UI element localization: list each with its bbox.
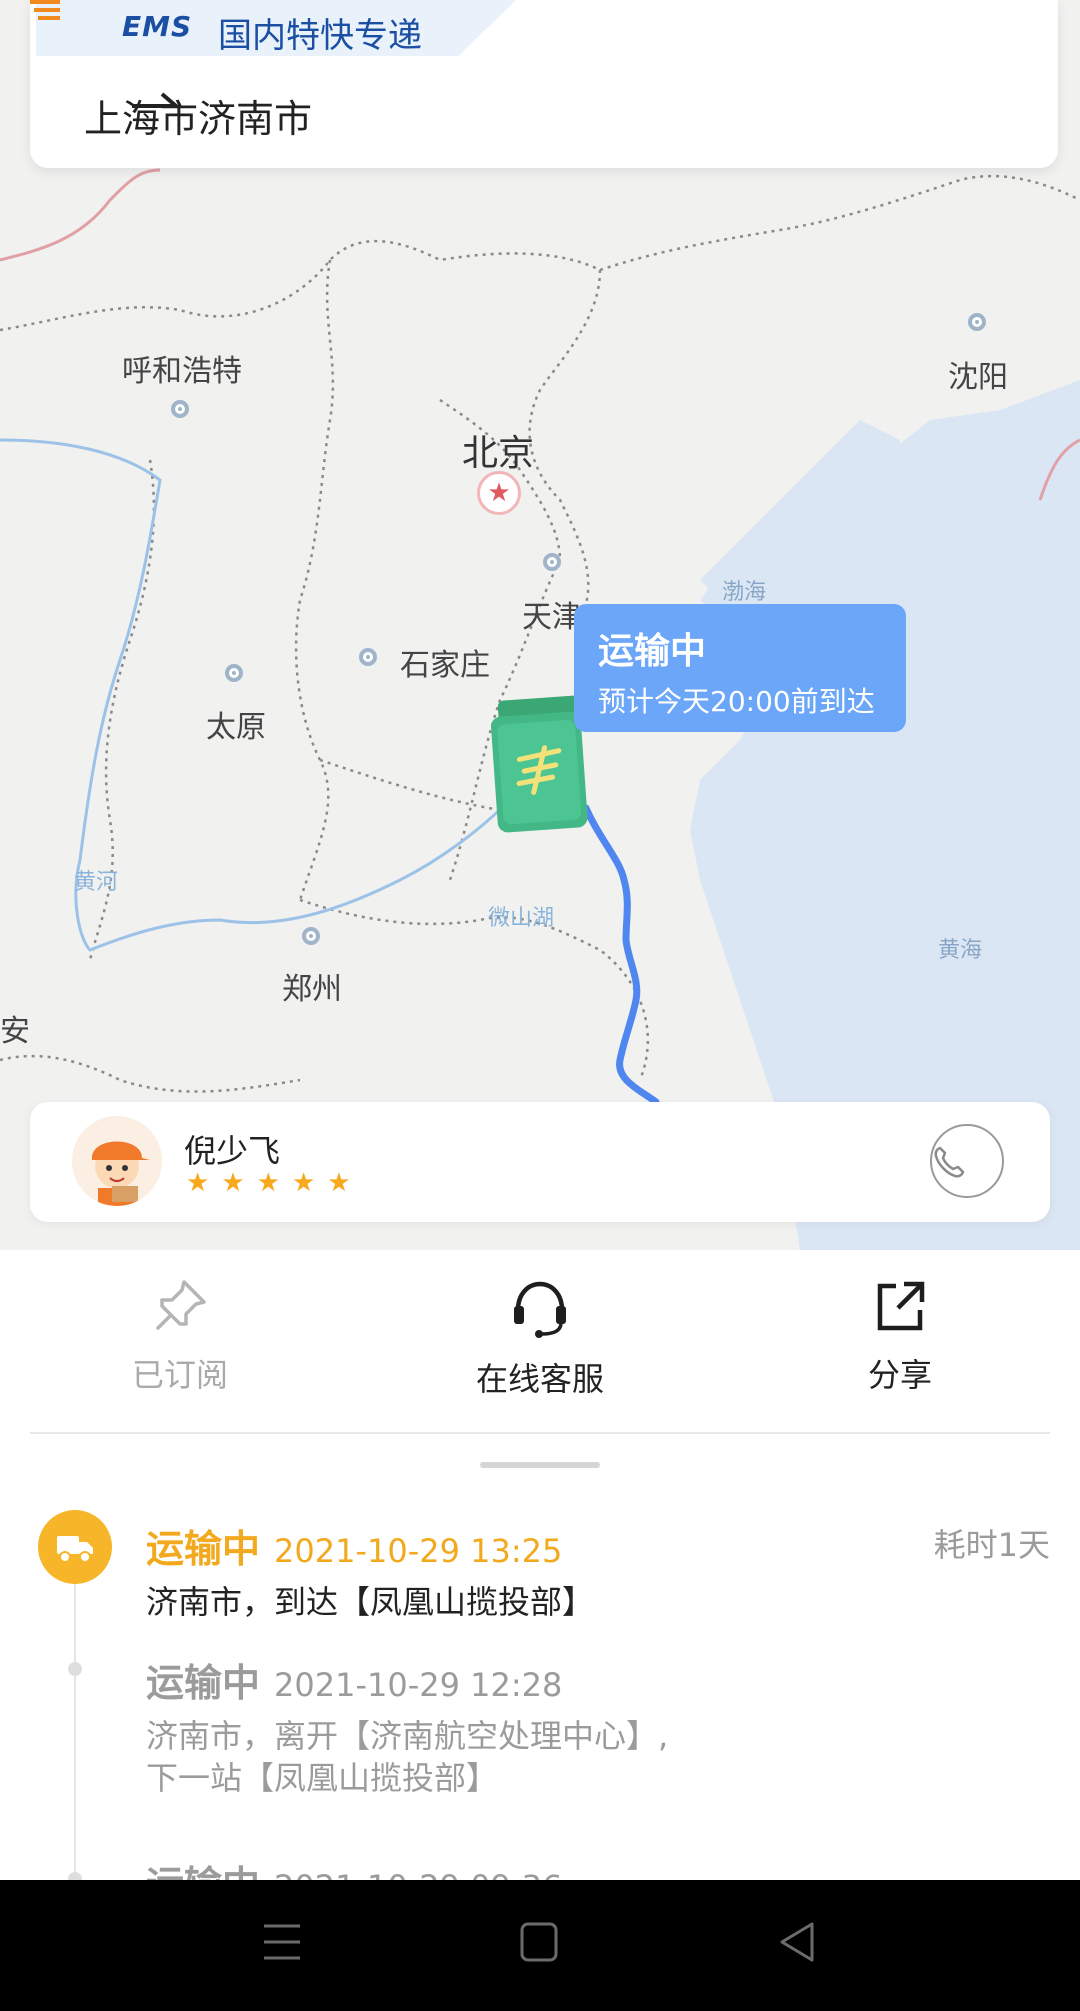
star-icon: ★	[221, 1168, 245, 1198]
city-label-hohhot: 呼和浩特	[122, 354, 242, 389]
sheet-drag-handle[interactable]	[480, 1462, 600, 1468]
timeline-dot	[68, 1872, 82, 1880]
timeline-event: 运输中 2021-10-29 12:28 济南市，离开【济南航空处理中心】,下一站…	[146, 1652, 686, 1799]
share-button[interactable]: 分享	[800, 1276, 1000, 1396]
status-bubble-eta: 预计今天20:00前到达	[598, 685, 875, 718]
city-label-an: 安	[0, 1014, 30, 1049]
status-bubble[interactable]: 运输中 预计今天20:00前到达	[574, 604, 906, 732]
city-label-shenyang: 沈阳	[948, 360, 1008, 395]
ems-logo: EMS	[122, 10, 193, 43]
action-bar: 已订阅 在线客服 分享	[0, 1250, 1080, 1430]
star-icon: ★	[327, 1168, 351, 1198]
share-icon	[877, 1281, 925, 1331]
tracking-timeline: 耗时1天 运输中 2021-10-29 13:25 济南市，到达【凤凰山揽投部】 …	[0, 1480, 1080, 1880]
city-dot-shenyang	[968, 313, 986, 331]
shipment-header-card: EMS 国内特快专递 上海市 济南市	[30, 0, 1058, 168]
headset-icon	[514, 1281, 566, 1338]
courier-card: 倪少飞 ★ ★ ★ ★ ★	[30, 1102, 1050, 1222]
ems-logo-stripes-icon	[30, 0, 60, 20]
star-icon: ★	[256, 1168, 280, 1198]
city-label-beijing: 北京	[462, 433, 535, 474]
route-summary: 上海市 济南市	[84, 90, 313, 141]
home-icon[interactable]	[520, 1920, 560, 1964]
river-label-yellow-river: 黄河	[74, 870, 119, 895]
pin-icon	[156, 1280, 206, 1330]
service-name: 国内特快专递	[218, 16, 422, 56]
event-time: 2021-10-29 09:36	[274, 1868, 562, 1880]
event-status: 运输中	[146, 1661, 261, 1705]
phone-icon	[934, 1146, 965, 1178]
city-dot-zhengzhou	[302, 927, 320, 945]
star-icon: ★	[186, 1168, 210, 1198]
sea-label-bohai: 渤海	[722, 580, 767, 605]
city-label-zhengzhou: 郑州	[282, 972, 342, 1007]
city-label-tianjin: 天津	[522, 600, 582, 635]
city-dot-tianjin	[543, 553, 561, 571]
timeline-event: 运输中 2021-10-29 13:25 济南市，到达【凤凰山揽投部】	[146, 1518, 686, 1623]
arrow-right-icon	[132, 92, 180, 108]
city-label-shijiazhuang: 石家庄	[400, 648, 490, 683]
city-dot-shijiazhuang	[359, 648, 377, 666]
transit-duration: 耗时1天	[933, 1526, 1050, 1564]
event-status: 运输中	[146, 1527, 261, 1571]
destination-city: 济南市	[198, 96, 313, 141]
courier-rating: ★ ★ ★ ★ ★	[186, 1170, 351, 1196]
city-label-taiyuan: 太原	[206, 710, 266, 745]
timeline-line	[74, 1580, 76, 1880]
subscribe-label: 已订阅	[131, 1356, 228, 1394]
city-dot-hohhot	[171, 400, 189, 418]
event-time: 2021-10-29 13:25	[274, 1532, 563, 1570]
customer-service-label: 在线客服	[475, 1360, 604, 1398]
system-navigation-bar	[0, 1880, 1080, 2011]
timeline-dot	[68, 1662, 82, 1676]
lake-label-weishan: 微山湖	[488, 906, 555, 931]
divider	[30, 1432, 1050, 1434]
share-label: 分享	[867, 1356, 932, 1394]
map-view[interactable]: 呼和浩特 北京 ★ 天津 石家庄 太原 郑州 沈阳 安 渤海 黄海 微山湖 黄河…	[0, 0, 1080, 1250]
truck-status-icon	[38, 1510, 112, 1584]
courier-name: 倪少飞	[184, 1132, 281, 1170]
customer-service-button[interactable]: 在线客服	[440, 1276, 640, 1400]
subscribe-button[interactable]: 已订阅	[80, 1276, 280, 1396]
event-time: 2021-10-29 12:28	[274, 1666, 563, 1704]
menu-icon[interactable]	[262, 1920, 302, 1964]
call-courier-button[interactable]	[930, 1124, 1004, 1198]
capital-star-icon: ★	[477, 471, 521, 515]
event-description: 济南市，离开【济南航空处理中心】,下一站【凤凰山揽投部】	[146, 1717, 669, 1797]
timeline-event: 运输中 2021-10-29 09:36	[146, 1854, 562, 1880]
sea-label-yellow-sea: 黄海	[938, 938, 983, 963]
back-icon[interactable]	[778, 1920, 818, 1964]
star-icon: ★	[291, 1168, 316, 1198]
status-bubble-title: 运输中	[598, 631, 707, 672]
event-description: 济南市，到达【凤凰山揽投部】	[146, 1583, 595, 1621]
courier-avatar	[72, 1116, 162, 1206]
city-dot-taiyuan	[225, 664, 243, 682]
event-status: 运输中	[146, 1863, 260, 1880]
